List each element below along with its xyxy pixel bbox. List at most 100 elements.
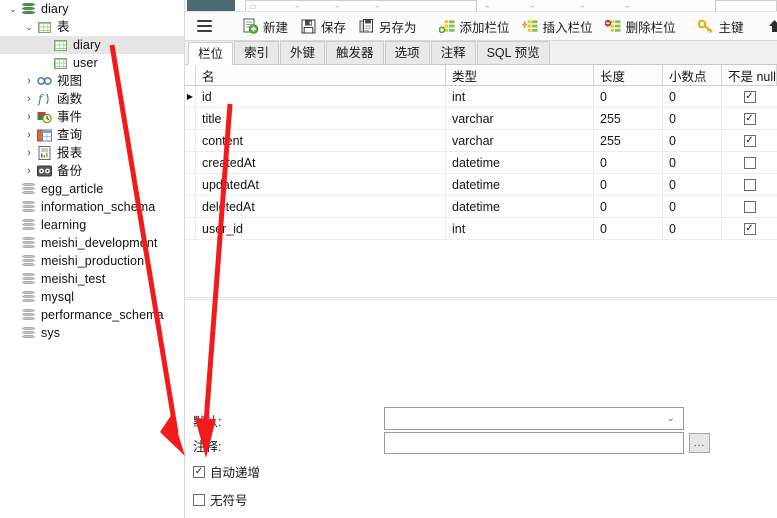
chevron-right-icon[interactable]: ›	[22, 90, 36, 108]
table-row[interactable]: user_id int 0 0 ✓	[185, 218, 777, 240]
field-decimals-cell[interactable]: 0	[663, 152, 722, 173]
field-length-cell[interactable]: 0	[594, 174, 663, 195]
sidebar-item--[interactable]: › 备份	[0, 162, 184, 180]
delete-field-button[interactable]: 删除栏位	[599, 12, 682, 41]
field-length-cell[interactable]: 0	[594, 218, 663, 239]
field-name-cell[interactable]: title	[196, 108, 446, 129]
field-length-cell[interactable]: 0	[594, 196, 663, 217]
sidebar-item-information_schema[interactable]: information_schema	[0, 198, 184, 216]
sidebar-item--[interactable]: › f 函数	[0, 90, 184, 108]
comment-browse-button[interactable]: ...	[689, 433, 710, 453]
field-not-null-cell[interactable]	[722, 152, 777, 173]
field-length-cell[interactable]: 0	[594, 86, 663, 107]
table-row[interactable]: title varchar 255 0 ✓	[185, 108, 777, 130]
not-null-checkbox[interactable]: ✓	[743, 112, 756, 125]
sidebar-item-meishi_production[interactable]: meishi_production	[0, 252, 184, 270]
field-decimals-cell[interactable]: 0	[663, 130, 722, 151]
unsigned-checkbox[interactable]: 无符号	[193, 490, 248, 509]
row-selector[interactable]	[185, 152, 196, 173]
field-length-cell[interactable]: 0	[594, 152, 663, 173]
default-value-combobox[interactable]: ⌄	[384, 407, 684, 430]
column-header-decimals[interactable]: 小数点	[663, 65, 722, 85]
field-decimals-cell[interactable]: 0	[663, 196, 722, 217]
column-header-name[interactable]: 名	[196, 65, 446, 85]
field-name-cell[interactable]: updatedAt	[196, 174, 446, 195]
field-name-cell[interactable]: content	[196, 130, 446, 151]
sidebar-item--[interactable]: › 查询	[0, 126, 184, 144]
auto-increment-checkbox[interactable]: ✓ 自动递增	[193, 462, 260, 481]
field-decimals-cell[interactable]: 0	[663, 218, 722, 239]
new-button[interactable]: 新建	[236, 12, 294, 41]
not-null-checkbox[interactable]	[743, 200, 756, 213]
not-null-checkbox[interactable]: ✓	[743, 222, 756, 235]
tab-1[interactable]: 索引	[234, 41, 280, 64]
sidebar-item-meishi_development[interactable]: meishi_development	[0, 234, 184, 252]
field-type-cell[interactable]: int	[446, 86, 594, 107]
chevron-down-icon[interactable]: ⌄	[6, 0, 20, 18]
fields-grid-body[interactable]: ▶ id int 0 0 ✓ title varchar 255 0 ✓ content varchar…	[185, 86, 777, 240]
database-navigator-sidebar[interactable]: ⌄ diary ⌄ 表 diary user › 视图 › f 函数 › 事件 › 查询 › 报表 › 备份 egg_…	[0, 0, 185, 518]
tab-0[interactable]: 栏位	[188, 42, 234, 65]
not-null-checkbox[interactable]: ✓	[743, 90, 756, 103]
chevron-right-icon[interactable]: ›	[22, 126, 36, 144]
sidebar-item-user[interactable]: user	[0, 54, 184, 72]
add-field-button[interactable]: 添加栏位	[433, 12, 516, 41]
table-row[interactable]: createdAt datetime 0 0	[185, 152, 777, 174]
row-selector[interactable]	[185, 174, 196, 195]
save-button[interactable]: 保存	[294, 12, 352, 41]
table-row[interactable]: updatedAt datetime 0 0	[185, 174, 777, 196]
move-up-button[interactable]: 上	[760, 12, 777, 41]
sidebar-item-meishi_test[interactable]: meishi_test	[0, 270, 184, 288]
save-as-button[interactable]: 另存为	[352, 12, 423, 41]
sidebar-item--[interactable]: › 视图	[0, 72, 184, 90]
chevron-right-icon[interactable]: ›	[22, 162, 36, 180]
sidebar-item-diary[interactable]: ⌄ diary	[0, 0, 184, 18]
sidebar-item-egg_article[interactable]: egg_article	[0, 180, 184, 198]
table-row[interactable]: content varchar 255 0 ✓	[185, 130, 777, 152]
column-header-not-null[interactable]: 不是 null	[722, 65, 777, 85]
tab-5[interactable]: 注释	[430, 41, 476, 64]
not-null-checkbox[interactable]	[743, 156, 756, 169]
field-type-cell[interactable]: int	[446, 218, 594, 239]
field-length-cell[interactable]: 255	[594, 130, 663, 151]
insert-field-button[interactable]: 插入栏位	[516, 12, 599, 41]
field-decimals-cell[interactable]: 0	[663, 86, 722, 107]
field-type-cell[interactable]: datetime	[446, 152, 594, 173]
row-selector[interactable]	[185, 108, 196, 129]
tab-4[interactable]: 选项	[384, 41, 430, 64]
chevron-right-icon[interactable]: ›	[22, 72, 36, 90]
field-type-cell[interactable]: datetime	[446, 174, 594, 195]
row-selector[interactable]	[185, 196, 196, 217]
sidebar-item-performance_schema[interactable]: performance_schema	[0, 306, 184, 324]
sidebar-item--[interactable]: ⌄ 表	[0, 18, 184, 36]
chevron-right-icon[interactable]: ›	[22, 144, 36, 162]
sidebar-item-mysql[interactable]: mysql	[0, 288, 184, 306]
row-selector[interactable]: ▶	[185, 86, 196, 107]
sidebar-item-diary[interactable]: diary	[0, 36, 184, 54]
row-selector[interactable]	[185, 130, 196, 151]
not-null-checkbox[interactable]	[743, 178, 756, 191]
comment-input[interactable]	[384, 432, 684, 454]
field-type-cell[interactable]: varchar	[446, 108, 594, 129]
sidebar-item--[interactable]: › 事件	[0, 108, 184, 126]
field-name-cell[interactable]: id	[196, 86, 446, 107]
sidebar-item--[interactable]: › 报表	[0, 144, 184, 162]
chevron-down-icon[interactable]: ⌄	[22, 18, 36, 36]
column-header-length[interactable]: 长度	[594, 65, 663, 85]
tab-3[interactable]: 触发器	[326, 41, 384, 64]
not-null-checkbox[interactable]: ✓	[743, 134, 756, 147]
field-decimals-cell[interactable]: 0	[663, 108, 722, 129]
tab-2[interactable]: 外键	[280, 41, 326, 64]
field-type-cell[interactable]: datetime	[446, 196, 594, 217]
field-not-null-cell[interactable]	[722, 174, 777, 195]
field-decimals-cell[interactable]: 0	[663, 174, 722, 195]
field-name-cell[interactable]: user_id	[196, 218, 446, 239]
field-not-null-cell[interactable]: ✓	[722, 86, 777, 107]
field-name-cell[interactable]: deletedAt	[196, 196, 446, 217]
table-row[interactable]: ▶ id int 0 0 ✓	[185, 86, 777, 108]
field-not-null-cell[interactable]: ✓	[722, 218, 777, 239]
designer-tab-strip[interactable]: 栏位 索引 外键 触发器 选项 注释 SQL 预览	[185, 41, 777, 65]
fields-grid[interactable]: 名 类型 长度 小数点 不是 null ▶ id int 0 0 ✓ title varcha…	[185, 65, 777, 298]
tab-6[interactable]: SQL 预览	[476, 41, 550, 64]
row-selector[interactable]	[185, 218, 196, 239]
